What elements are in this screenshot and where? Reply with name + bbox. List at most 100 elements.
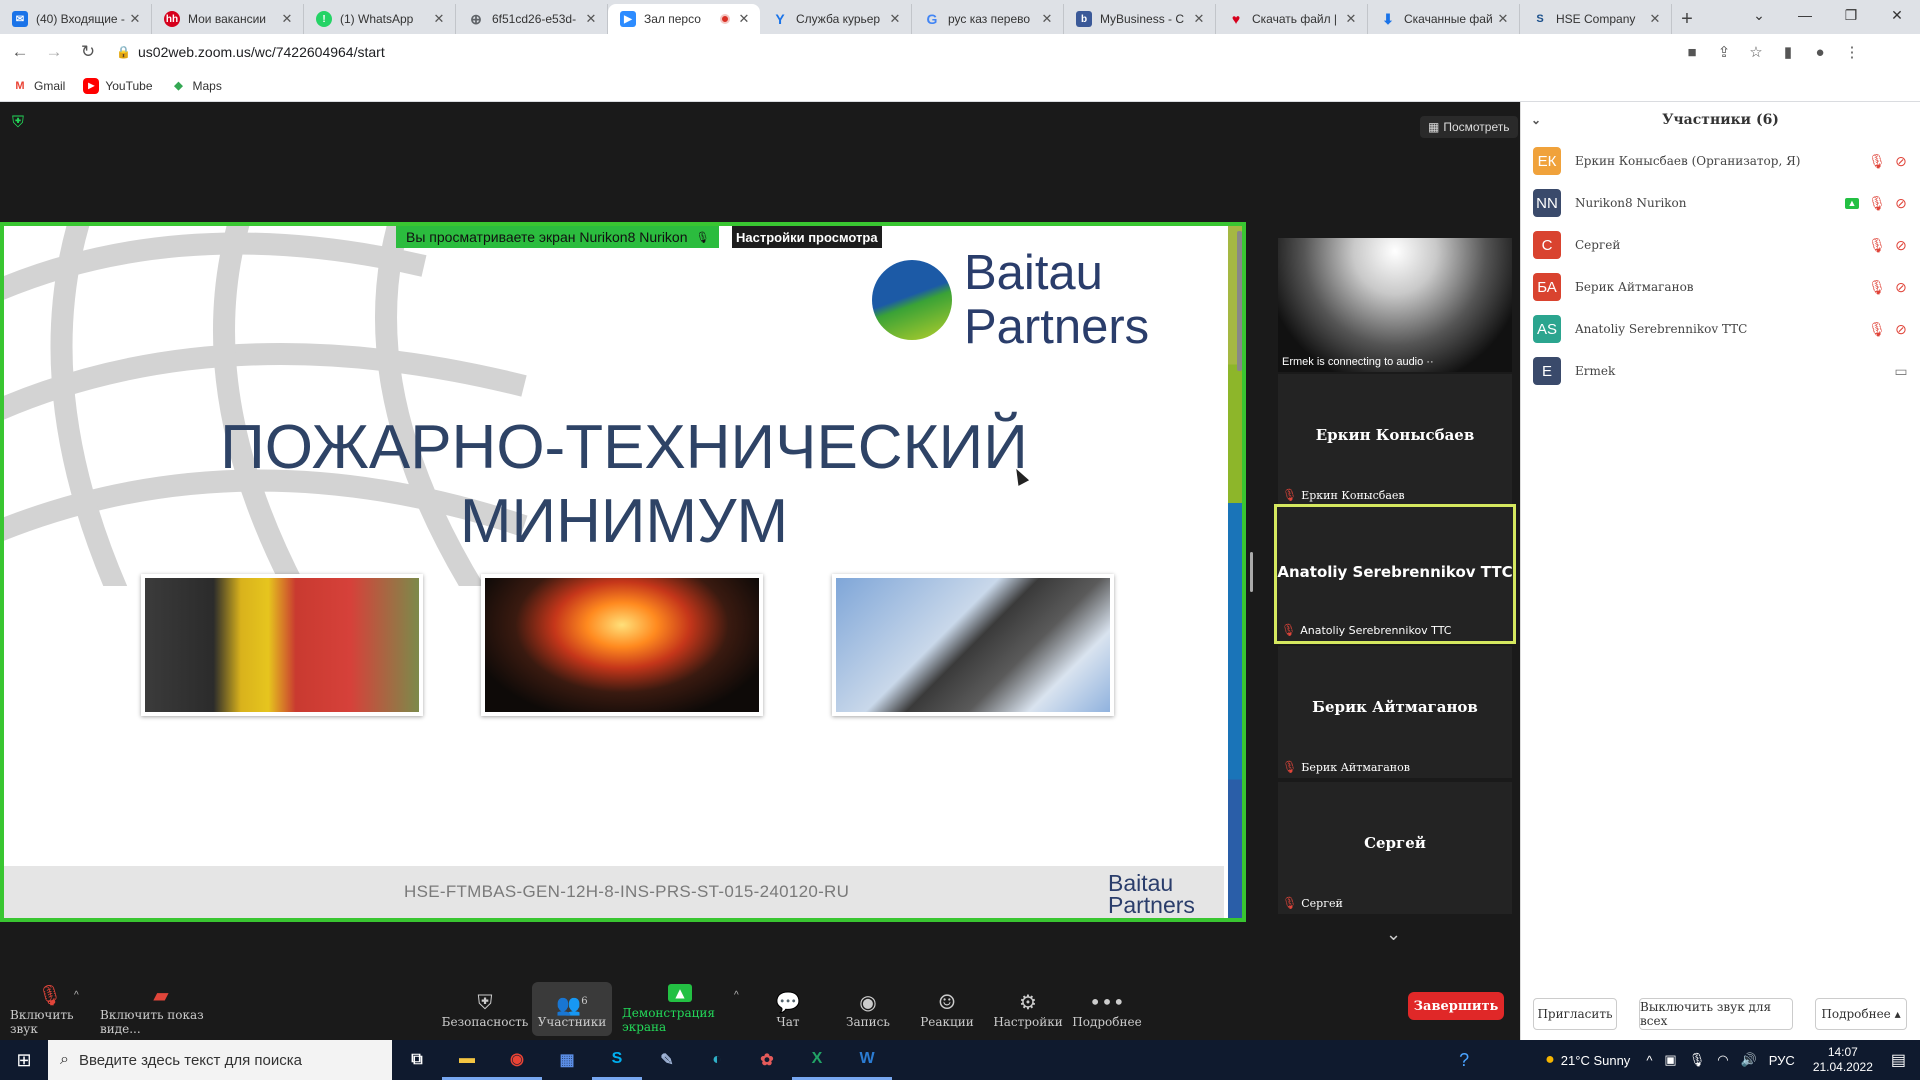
close-icon[interactable]: ✕ xyxy=(887,11,903,27)
profile-icon[interactable]: ● xyxy=(1804,38,1836,66)
word-icon[interactable]: W xyxy=(842,1040,892,1080)
start-video-button[interactable]: ▰ Включить показ виде... xyxy=(100,982,222,1036)
close-icon[interactable]: ✕ xyxy=(431,11,447,27)
help-icon[interactable]: ? xyxy=(1459,1050,1469,1071)
participant-row[interactable]: БА Берик Айтмаганов 🎙 ⊘ xyxy=(1533,271,1913,303)
end-meeting-button[interactable]: Завершить xyxy=(1408,992,1504,1020)
video-tile-erkin[interactable]: Еркин Конысбаев 🎙 Еркин Конысбаев xyxy=(1278,374,1512,506)
wifi-icon[interactable]: ◠ xyxy=(1717,1052,1728,1068)
mic-muted-icon[interactable]: 🎙 xyxy=(1865,321,1889,338)
browser-tab[interactable]: ! (1) WhatsApp ✕ xyxy=(304,4,456,34)
close-icon[interactable]: ✕ xyxy=(127,11,143,27)
mic-muted-icon[interactable]: 🎙 xyxy=(1865,153,1889,170)
windows-start-icon[interactable]: ⊞ xyxy=(0,1040,48,1080)
more-button[interactable]: Подробнее ▴ xyxy=(1815,998,1907,1030)
camera-icon[interactable]: ■ xyxy=(1676,38,1708,66)
video-off-icon[interactable]: ⊘ xyxy=(1889,321,1913,338)
close-icon[interactable]: ✕ xyxy=(1039,11,1055,27)
task-view-icon[interactable]: ⧉ xyxy=(392,1040,442,1080)
back-icon[interactable]: ← xyxy=(6,38,34,66)
taskbar-search-input[interactable]: ⌕ Введите здесь текст для поиска xyxy=(48,1040,392,1080)
browser-tab[interactable]: b MyBusiness - C ✕ xyxy=(1064,4,1216,34)
participant-row[interactable]: С Сергей 🎙 ⊘ xyxy=(1533,229,1913,261)
file-explorer-icon[interactable]: ▬ xyxy=(442,1040,492,1080)
participant-row[interactable]: E Ermek ▭ xyxy=(1533,355,1913,387)
share-icon[interactable]: ⇪ xyxy=(1708,38,1740,66)
chevron-down-icon[interactable]: ⌄ xyxy=(1531,113,1541,127)
window-close-icon[interactable]: ✕ xyxy=(1874,0,1920,30)
video-off-icon[interactable]: ⊘ xyxy=(1889,237,1913,254)
video-tile-sergey[interactable]: Сергей 🎙 Сергей xyxy=(1278,782,1512,914)
reload-icon[interactable]: ↻ xyxy=(74,38,102,66)
browser-tab[interactable]: ✉ (40) Входящие - ✕ xyxy=(0,4,152,34)
close-icon[interactable]: ✕ xyxy=(1191,11,1207,27)
video-off-icon[interactable]: ⊘ xyxy=(1889,279,1913,296)
menu-dots-icon[interactable]: ⋮ xyxy=(1836,38,1868,66)
close-icon[interactable]: ✕ xyxy=(736,11,752,27)
mic-muted-icon[interactable]: 🎙 xyxy=(1865,279,1889,296)
close-icon[interactable]: ✕ xyxy=(583,11,599,27)
mute-all-button[interactable]: Выключить звук для всех xyxy=(1639,998,1793,1030)
video-tile-ermek[interactable]: Ermek is connecting to audio ·· xyxy=(1278,238,1512,372)
close-icon[interactable]: ✕ xyxy=(1343,11,1359,27)
mic-muted-icon[interactable]: 🎙 xyxy=(1865,237,1889,254)
browser-tab[interactable]: Y Служба курьер ✕ xyxy=(760,4,912,34)
url-input[interactable]: 🔒 us02web.zoom.us/wc/7422604964/start xyxy=(116,38,1676,66)
close-icon[interactable]: ✕ xyxy=(1647,11,1663,27)
excel-icon[interactable]: X xyxy=(792,1040,842,1080)
mic-muted-icon[interactable]: 🎙 xyxy=(1865,195,1889,212)
maximize-icon[interactable]: ❐ xyxy=(1828,0,1874,30)
language-indicator[interactable]: РУС xyxy=(1769,1053,1795,1068)
participant-row[interactable]: AS Anatoliy Serebrennikov TTC 🎙 ⊘ xyxy=(1533,313,1913,345)
bookmark-youtube[interactable]: ▶ YouTube xyxy=(83,77,153,94)
weather-text[interactable]: 21°C Sunny xyxy=(1561,1053,1631,1068)
browser-tab-active[interactable]: ▶ Зал персо ✕ xyxy=(608,4,760,34)
share-screen-button[interactable]: ▲ Демонстрация экрана xyxy=(622,982,738,1036)
skype-icon[interactable]: S xyxy=(592,1040,642,1080)
encryption-shield-icon[interactable]: ⛨ xyxy=(12,114,28,132)
speaker-icon[interactable]: 🔊 xyxy=(1741,1052,1757,1068)
shared-screen[interactable]: Вы просматриваете экран Nurikon8 Nurikon… xyxy=(0,222,1246,922)
share-caret-icon[interactable]: ^ xyxy=(734,990,739,1001)
participants-button[interactable]: 👥6 Участники xyxy=(532,982,612,1036)
participant-row[interactable]: ЕК Еркин Конысбаев (Организатор, Я) 🎙 ⊘ xyxy=(1533,145,1913,177)
minimize-icon[interactable]: — xyxy=(1782,0,1828,30)
pen-app-icon[interactable]: ✎ xyxy=(642,1040,692,1080)
security-button[interactable]: ⛨ Безопасность xyxy=(442,982,529,1036)
browser-tab[interactable]: S HSE Company ✕ xyxy=(1520,4,1672,34)
close-icon[interactable]: ✕ xyxy=(1495,11,1511,27)
paint-icon[interactable]: ✿ xyxy=(742,1040,792,1080)
video-camera-icon[interactable]: ▭ xyxy=(1889,363,1913,380)
view-button[interactable]: ▦ Посмотреть xyxy=(1420,116,1518,138)
chevron-down-icon[interactable]: ⌄ xyxy=(1386,924,1401,945)
more-options-button[interactable]: ••• Подробнее xyxy=(1072,982,1141,1036)
chrome-icon[interactable]: ◉ xyxy=(492,1040,542,1080)
video-tile-anatoliy[interactable]: Anatoliy Serebrennikov TTC 🎙 Anatoliy Ser… xyxy=(1274,504,1516,644)
clock[interactable]: 14:07 21.04.2022 xyxy=(1813,1045,1873,1075)
browser-tab[interactable]: ⬇ Скачанные фай ✕ xyxy=(1368,4,1520,34)
close-icon[interactable]: ✕ xyxy=(279,11,295,27)
chevron-up-icon[interactable]: ^ xyxy=(1646,1053,1652,1068)
browser-tab[interactable]: ⊕ 6f51cd26-e53d- ✕ xyxy=(456,4,608,34)
invite-button[interactable]: Пригласить xyxy=(1533,998,1617,1030)
forward-icon[interactable]: → xyxy=(40,38,68,66)
video-off-icon[interactable]: ⊘ xyxy=(1889,195,1913,212)
resize-handle[interactable] xyxy=(1250,552,1253,592)
tab-search-icon[interactable]: ⌄ xyxy=(1736,0,1782,30)
new-tab-button[interactable]: + xyxy=(1672,4,1702,34)
microphone-icon[interactable]: 🎙 xyxy=(1689,1052,1706,1068)
view-settings-button[interactable]: Настройки просмотра xyxy=(732,226,882,248)
star-icon[interactable]: ☆ xyxy=(1740,38,1772,66)
audio-caret-icon[interactable]: ^ xyxy=(74,990,79,1001)
bookmark-gmail[interactable]: M Gmail xyxy=(12,78,65,94)
participant-row[interactable]: NN Nurikon8 Nurikon ▲ 🎙 ⊘ xyxy=(1533,187,1913,219)
record-button[interactable]: ◉ Запись xyxy=(840,982,896,1036)
sidepanel-icon[interactable]: ▮ xyxy=(1772,38,1804,66)
bookmark-maps[interactable]: ◆ Maps xyxy=(171,78,222,94)
chat-button[interactable]: 💬 Чат xyxy=(766,982,810,1036)
browser-tab[interactable]: ♥ Скачать файл | ✕ xyxy=(1216,4,1368,34)
video-off-icon[interactable]: ⊘ xyxy=(1889,153,1913,170)
browser-tab[interactable]: Gрус каз перево ✕ xyxy=(912,4,1064,34)
slide-scrollbar[interactable] xyxy=(1237,231,1242,371)
video-tile-berik[interactable]: Берик Айтмаганов 🎙 Берик Айтмаганов xyxy=(1278,646,1512,778)
